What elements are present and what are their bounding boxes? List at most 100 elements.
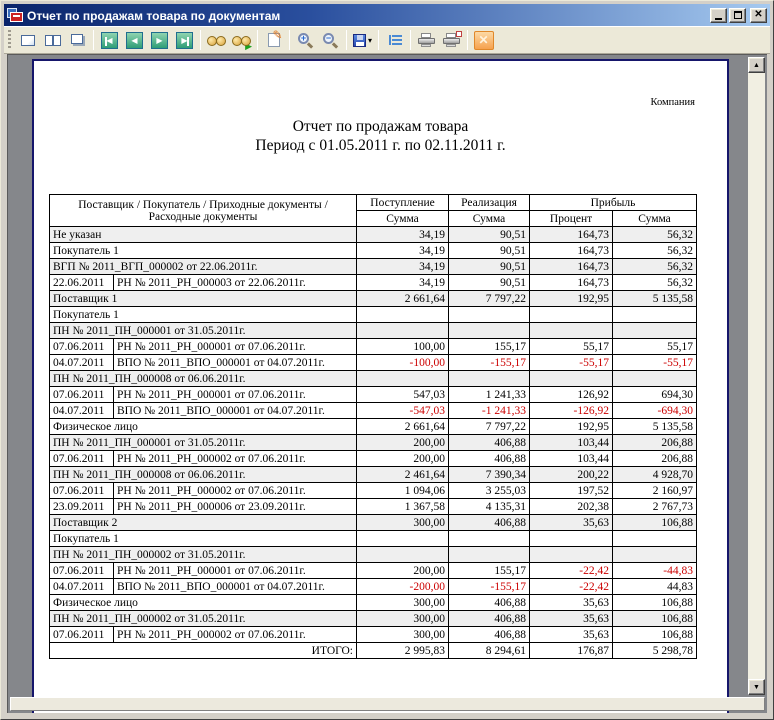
scroll-up-button[interactable]: ▲ [748,57,765,73]
save-dropdown-arrow-icon[interactable]: ▾ [368,36,372,45]
value-cell: 7 797,22 [449,291,530,307]
value-cell [357,323,449,339]
document-cell: ВПО № 2011_ВПО_000001 от 04.07.2011г. [114,403,357,419]
value-cell: 197,52 [530,483,613,499]
value-cell: 55,17 [613,339,697,355]
value-cell [613,371,697,387]
value-cell: 126,92 [530,387,613,403]
value-cell: 4 928,70 [613,467,697,483]
maximize-button[interactable] [729,8,746,23]
vertical-scrollbar[interactable]: ▲ ▼ [748,57,765,695]
print-button[interactable] [414,28,439,52]
date-cell: 07.06.2011 [50,451,114,467]
report-table: Поставщик / Покупатель / Приходные докум… [49,194,697,659]
value-cell [530,547,613,563]
value-cell: 1 367,58 [357,499,449,515]
value-cell: 44,83 [613,579,697,595]
report-title: Отчет по продажам товара Период с 01.05.… [34,117,727,155]
date-cell: 04.07.2011 [50,579,114,595]
save-icon [353,34,366,47]
value-cell [613,547,697,563]
total-label: ИТОГО: [50,643,357,659]
first-page-button[interactable]: ◀ [97,28,122,52]
value-cell: 406,88 [449,451,530,467]
group-cell: Поставщик 1 [50,291,357,307]
table-row: 04.07.2011ВПО № 2011_ВПО_000001 от 04.07… [50,355,697,371]
value-cell: 1 094,06 [357,483,449,499]
table-row: ВГП № 2011_ВГП_000002 от 22.06.2011г.34,… [50,259,697,275]
multiple-pages-button[interactable] [65,28,90,52]
report-title-line2: Период с 01.05.2011 г. по 02.11.2011 г. [34,136,727,155]
column-header-profit: Прибыль [530,195,697,211]
print-setup-button[interactable] [439,28,464,52]
zoom-in-button[interactable]: + [293,28,318,52]
group-cell: ПН № 2011_ПН_000002 от 31.05.2011г. [50,547,357,563]
scroll-down-button[interactable]: ▼ [748,679,765,695]
value-cell: 103,44 [530,435,613,451]
find-button[interactable] [204,28,229,52]
table-row: 07.06.2011РН № 2011_РН_000002 от 07.06.2… [50,627,697,643]
zoom-out-icon: − [322,32,339,48]
value-cell: 90,51 [449,275,530,291]
table-row: 04.07.2011ВПО № 2011_ВПО_000001 от 04.07… [50,403,697,419]
toolbar-separator [257,30,258,50]
value-cell: 164,73 [530,259,613,275]
value-cell: 2 661,64 [357,419,449,435]
table-row: Покупатель 134,1990,51164,7356,32 [50,243,697,259]
document-cell: РН № 2011_РН_000002 от 07.06.2011г. [114,483,357,499]
value-cell: -155,17 [449,579,530,595]
value-cell: 202,38 [530,499,613,515]
next-page-button[interactable]: ▶ [147,28,172,52]
edit-button[interactable]: ✎ [261,28,286,52]
document-cell: РН № 2011_РН_000001 от 07.06.2011г. [114,339,357,355]
value-cell: 200,00 [357,451,449,467]
document-cell: РН № 2011_РН_000002 от 07.06.2011г. [114,451,357,467]
minimize-button[interactable] [710,8,727,23]
group-cell: ПН № 2011_ПН_000002 от 31.05.2011г. [50,611,357,627]
next-page-icon: ▶ [151,32,168,49]
value-cell: 2 767,73 [613,499,697,515]
close-preview-button[interactable]: ✕ [471,28,496,52]
column-subheader-sum: Сумма [357,211,449,227]
toolbar: ◀ ◀ ▶ ▶ ▶ ✎ + − ▾ ✕ [4,26,770,54]
document-cell: РН № 2011_РН_000002 от 07.06.2011г. [114,627,357,643]
close-button[interactable]: ✕ [750,8,767,23]
group-cell: ПН № 2011_ПН_000008 от 06.06.2011г. [50,467,357,483]
group-cell: ПН № 2011_ПН_000001 от 31.05.2011г. [50,323,357,339]
table-row: 07.06.2011РН № 2011_РН_000001 от 07.06.2… [50,563,697,579]
title-bar[interactable]: Отчет по продажам товара по документам ✕ [4,4,770,26]
close-preview-icon: ✕ [474,31,494,50]
horizontal-scrollbar[interactable] [10,697,765,711]
outline-button[interactable] [382,28,407,52]
value-cell: 164,73 [530,243,613,259]
value-cell: 300,00 [357,595,449,611]
report-title-line1: Отчет по продажам товара [34,117,727,136]
value-cell: 103,44 [530,451,613,467]
zoom-out-button[interactable]: − [318,28,343,52]
document-cell: РН № 2011_РН_000001 от 07.06.2011г. [114,387,357,403]
toolbar-grip[interactable] [8,30,11,50]
value-cell: 90,51 [449,243,530,259]
last-page-button[interactable]: ▶ [172,28,197,52]
value-cell: -55,17 [530,355,613,371]
value-cell: 2 995,83 [357,643,449,659]
value-cell [357,531,449,547]
find-next-button[interactable]: ▶ [229,28,254,52]
value-cell: -44,83 [613,563,697,579]
value-cell: 56,32 [613,243,697,259]
value-cell: 35,63 [530,611,613,627]
previous-page-button[interactable]: ◀ [122,28,147,52]
value-cell [449,323,530,339]
two-pages-button[interactable] [40,28,65,52]
value-cell: 200,22 [530,467,613,483]
one-page-button[interactable] [15,28,40,52]
column-subheader-percent: Процент [530,211,613,227]
save-button[interactable]: ▾ [350,28,375,52]
app-icon [7,8,23,23]
binoculars-icon [207,34,226,47]
group-cell: Покупатель 1 [50,243,357,259]
value-cell: 5 135,58 [613,419,697,435]
table-row: 07.06.2011РН № 2011_РН_000002 от 07.06.2… [50,483,697,499]
toolbar-separator [378,30,379,50]
date-cell: 07.06.2011 [50,339,114,355]
